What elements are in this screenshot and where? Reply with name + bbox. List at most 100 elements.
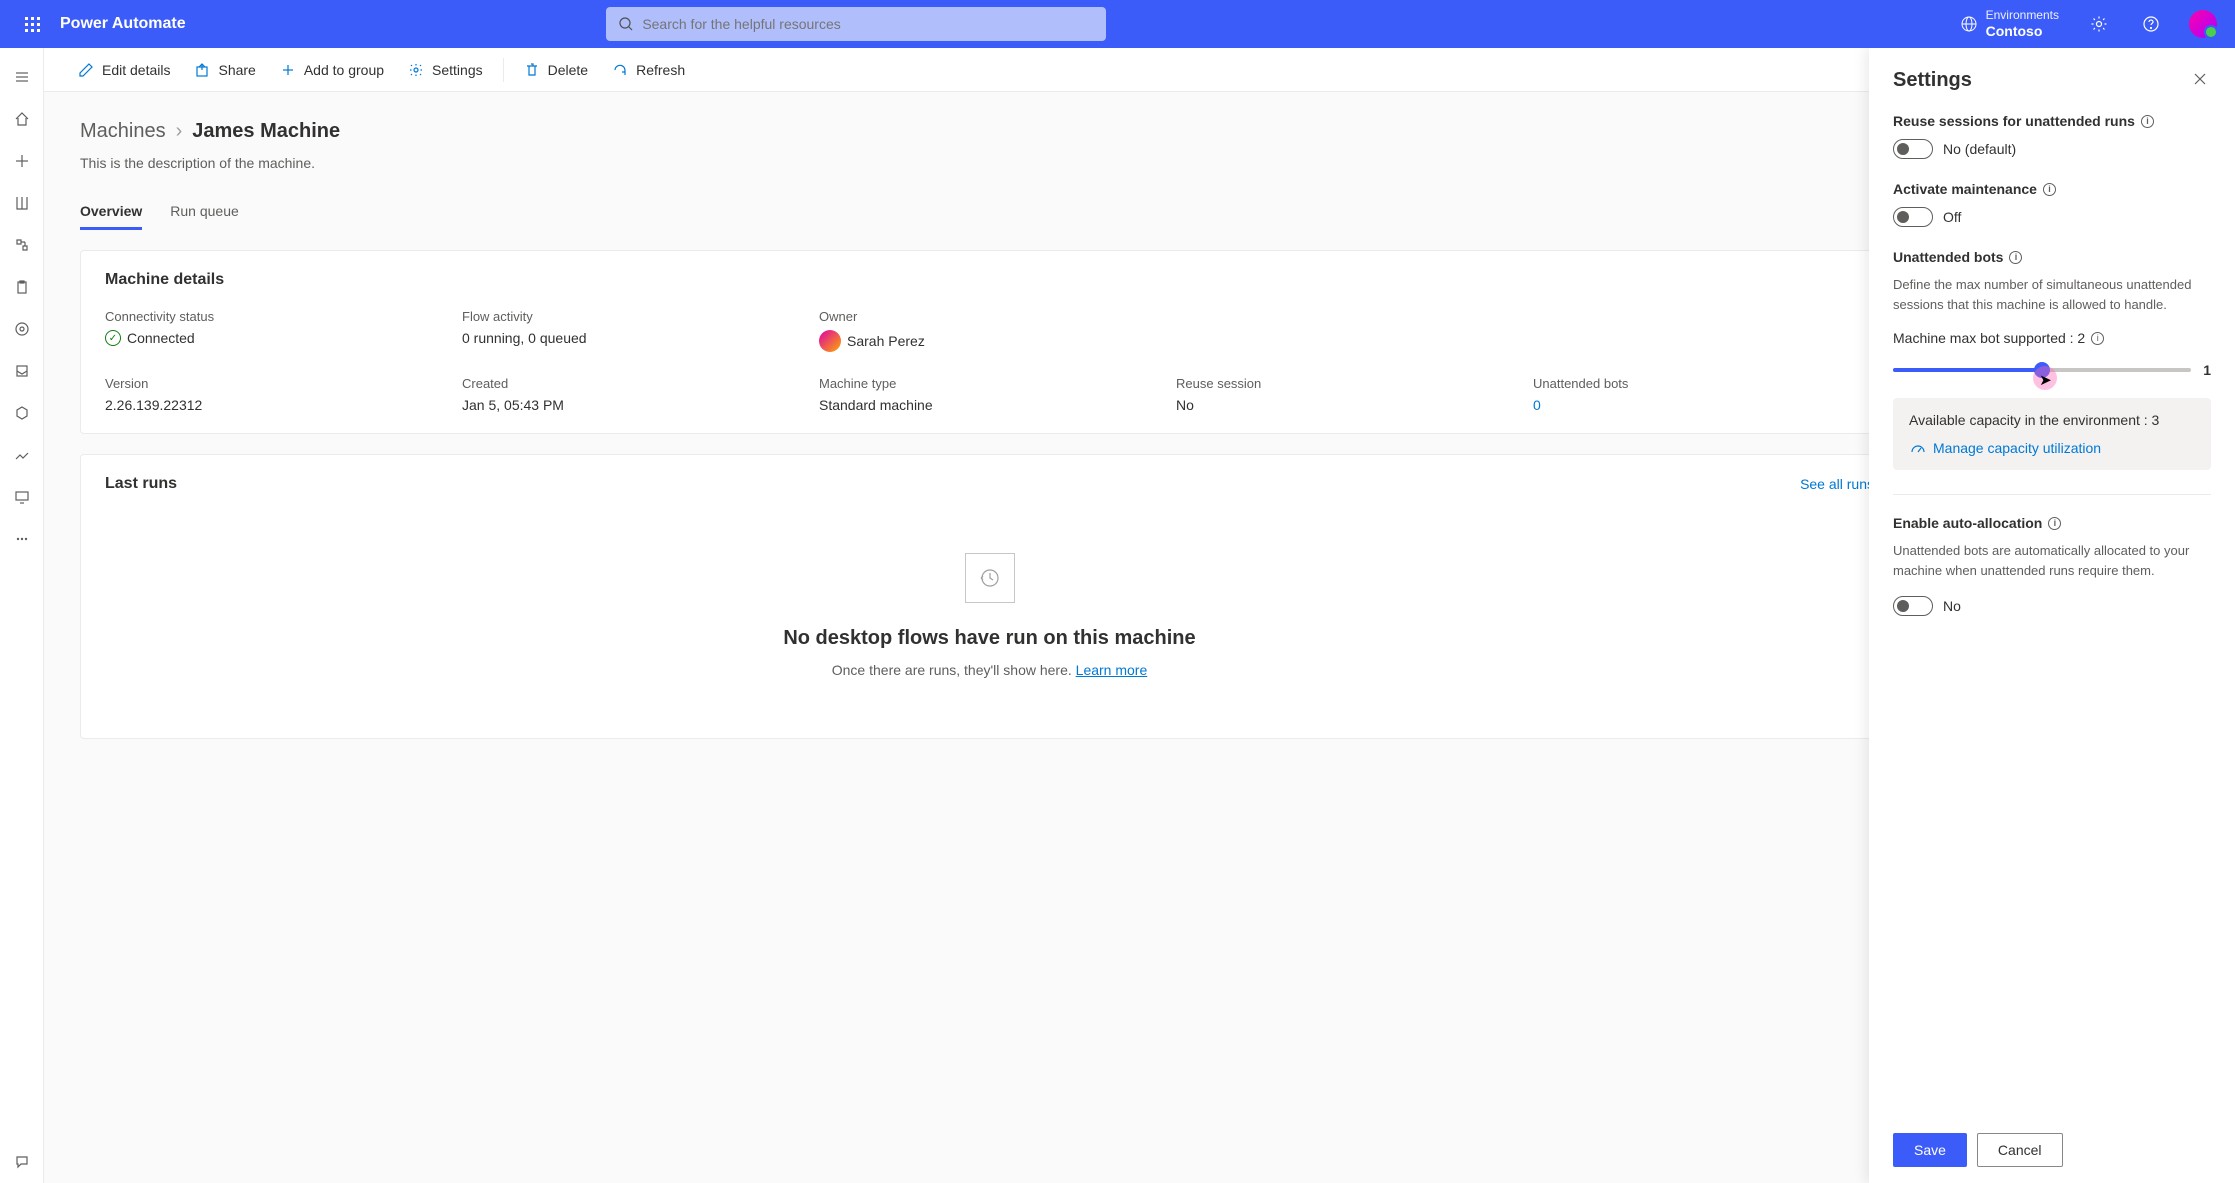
- version-value: 2.26.139.22312: [105, 397, 446, 413]
- card-title: Machine details: [105, 271, 1874, 289]
- user-avatar: [2189, 10, 2217, 38]
- separator: [503, 58, 504, 82]
- edit-details-button[interactable]: Edit details: [68, 56, 180, 84]
- max-bot-label: Machine max bot supported : 2 i: [1893, 330, 2211, 346]
- slider-max-value: 1: [2203, 362, 2211, 378]
- owner-value: Sarah Perez: [819, 330, 1874, 352]
- capacity-label: Available capacity in the environment : …: [1909, 412, 2195, 428]
- refresh-button[interactable]: Refresh: [602, 56, 695, 84]
- info-icon[interactable]: i: [2091, 332, 2104, 345]
- settings-button[interactable]: [2075, 0, 2123, 48]
- nav-create[interactable]: [2, 140, 42, 182]
- breadcrumb-current: James Machine: [192, 120, 340, 143]
- activate-maintenance-toggle[interactable]: [1893, 207, 1933, 227]
- capacity-callout: Available capacity in the environment : …: [1893, 398, 2211, 470]
- account-button[interactable]: [2179, 0, 2227, 48]
- detail-label: Connectivity status: [105, 309, 446, 324]
- search-input[interactable]: [642, 16, 1094, 32]
- cancel-button[interactable]: Cancel: [1977, 1133, 2063, 1167]
- empty-subtitle: Once there are runs, they'll show here. …: [125, 662, 1854, 678]
- max-bot-slider[interactable]: ➤: [1893, 368, 2191, 372]
- machine-details-card: Machine details Connectivity status ✓ Co…: [80, 250, 1899, 434]
- empty-title: No desktop flows have run on this machin…: [125, 627, 1854, 650]
- activate-maintenance-value: Off: [1943, 209, 1961, 225]
- book-icon: [14, 195, 30, 211]
- last-runs-card: Last runs See all runs No desktop flows …: [80, 454, 1899, 739]
- detail-label: Flow activity: [462, 309, 803, 324]
- close-panel-button[interactable]: [2189, 68, 2211, 93]
- flow-icon: [14, 237, 30, 253]
- unattended-bots-value[interactable]: 0: [1533, 397, 1874, 413]
- manage-capacity-link[interactable]: Manage capacity utilization: [1909, 440, 2195, 456]
- reuse-sessions-label: Reuse sessions for unattended runs i: [1893, 113, 2211, 129]
- owner-avatar: [819, 330, 841, 352]
- desktop-icon: [14, 489, 30, 505]
- slider-thumb[interactable]: ➤: [2034, 362, 2050, 378]
- save-button[interactable]: Save: [1893, 1133, 1967, 1167]
- nav-processes[interactable]: [2, 308, 42, 350]
- search-box[interactable]: [606, 7, 1106, 41]
- trash-icon: [524, 62, 540, 78]
- help-icon: [2142, 15, 2160, 33]
- models-icon: [14, 363, 30, 379]
- tab-overview[interactable]: Overview: [80, 195, 142, 230]
- env-name: Contoso: [1986, 23, 2059, 40]
- reuse-session-value: No: [1176, 397, 1517, 413]
- see-all-runs-link[interactable]: See all runs: [1800, 476, 1874, 492]
- reuse-sessions-toggle[interactable]: [1893, 139, 1933, 159]
- detail-label: Unattended bots: [1533, 376, 1874, 391]
- nav-models[interactable]: [2, 350, 42, 392]
- nav-ask[interactable]: [2, 1141, 42, 1183]
- history-icon: [965, 553, 1015, 603]
- learn-more-link[interactable]: Learn more: [1076, 662, 1148, 678]
- help-button[interactable]: [2127, 0, 2175, 48]
- share-button[interactable]: Share: [184, 56, 265, 84]
- chat-icon: [14, 1154, 30, 1170]
- connectivity-status-value: ✓ Connected: [105, 330, 446, 346]
- nav-flows[interactable]: [2, 224, 42, 266]
- detail-label: Created: [462, 376, 803, 391]
- settings-command-button[interactable]: Settings: [398, 56, 493, 84]
- info-icon[interactable]: i: [2043, 183, 2056, 196]
- info-icon[interactable]: i: [2048, 517, 2061, 530]
- reuse-sessions-value: No (default): [1943, 141, 2016, 157]
- mouse-cursor-icon: ➤: [2039, 371, 2052, 389]
- breadcrumb-parent[interactable]: Machines: [80, 120, 166, 143]
- clipboard-icon: [14, 279, 30, 295]
- detail-label: Version: [105, 376, 446, 391]
- delete-button[interactable]: Delete: [514, 56, 598, 84]
- env-label: Environments: [1986, 8, 2059, 22]
- nav-build[interactable]: [2, 392, 42, 434]
- auto-allocation-value: No: [1943, 598, 1961, 614]
- nav-more[interactable]: [2, 518, 42, 560]
- info-icon[interactable]: i: [2009, 251, 2022, 264]
- checkmark-icon: ✓: [105, 330, 121, 346]
- hamburger-icon: [14, 69, 30, 85]
- flow-activity-value: 0 running, 0 queued: [462, 330, 803, 346]
- globe-icon: [1960, 15, 1978, 33]
- edit-icon: [78, 62, 94, 78]
- auto-allocation-toggle[interactable]: [1893, 596, 1933, 616]
- card-title: Last runs: [105, 475, 177, 493]
- activate-maintenance-label: Activate maintenance i: [1893, 181, 2211, 197]
- gear-icon: [2090, 15, 2108, 33]
- machine-type-value: Standard machine: [819, 397, 1160, 413]
- unattended-bots-desc: Define the max number of simultaneous un…: [1893, 275, 2211, 314]
- left-nav-rail: [0, 48, 44, 1183]
- gear-icon: [408, 62, 424, 78]
- app-launcher-button[interactable]: [8, 0, 56, 48]
- created-value: Jan 5, 05:43 PM: [462, 397, 803, 413]
- add-to-group-button[interactable]: Add to group: [270, 56, 394, 84]
- nav-approvals[interactable]: [2, 266, 42, 308]
- nav-templates[interactable]: [2, 182, 42, 224]
- nav-toggle-button[interactable]: [2, 56, 42, 98]
- analytics-icon: [14, 447, 30, 463]
- tab-runqueue[interactable]: Run queue: [170, 195, 239, 230]
- nav-desktop[interactable]: [2, 476, 42, 518]
- nav-analytics[interactable]: [2, 434, 42, 476]
- info-icon[interactable]: i: [2141, 115, 2154, 128]
- environment-picker[interactable]: Environments Contoso: [1948, 8, 2071, 39]
- detail-label: Machine type: [819, 376, 1160, 391]
- processes-icon: [14, 321, 30, 337]
- nav-home[interactable]: [2, 98, 42, 140]
